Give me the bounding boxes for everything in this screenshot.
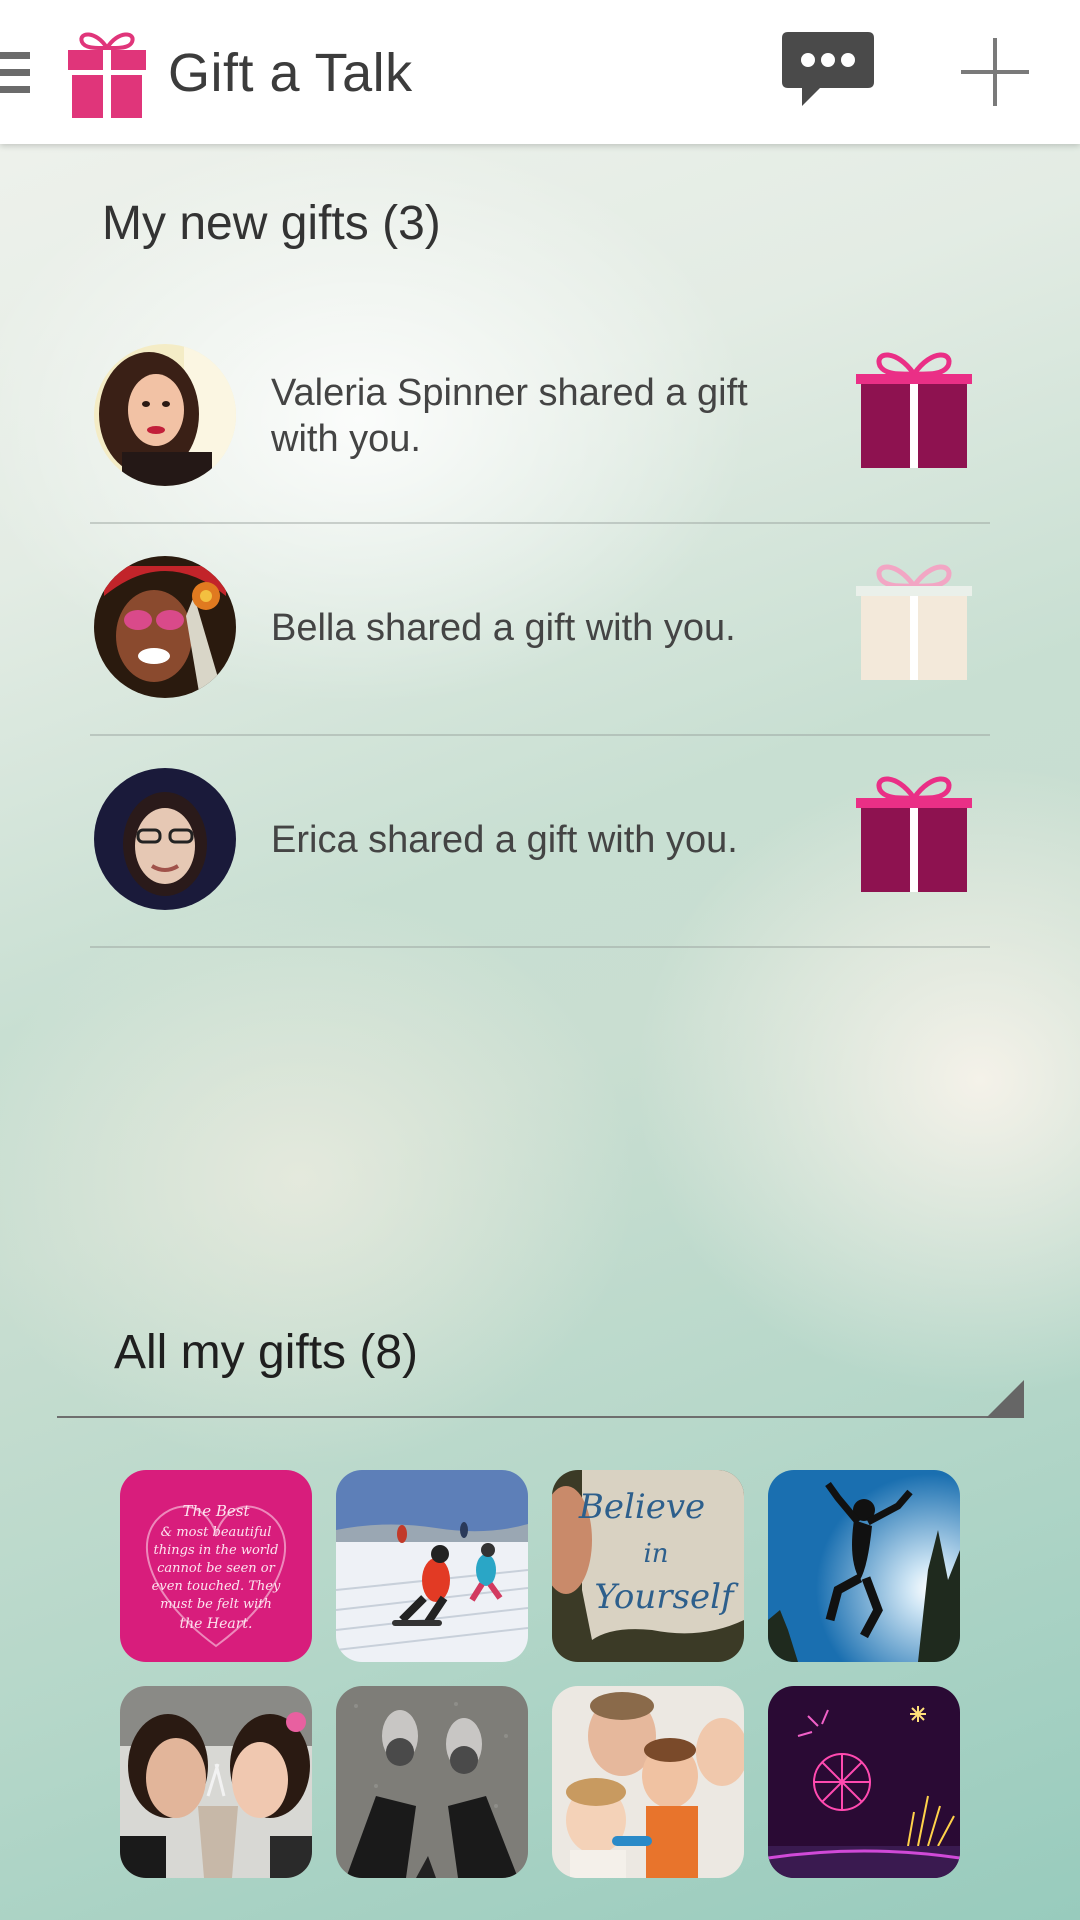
svg-text:cannot be seen or: cannot be seen or (157, 1561, 275, 1576)
feet-sneakers-thumbnail[interactable] (336, 1686, 528, 1878)
divider (57, 1416, 1023, 1418)
svg-text:things in the world: things in the world (154, 1543, 279, 1558)
gift-message: Erica shared a gift with you. (271, 819, 738, 861)
new-gifts-heading: My new gifts (3) (102, 197, 441, 250)
svg-text:The Best: The Best (183, 1502, 251, 1520)
svg-text:the Heart.: the Heart. (180, 1616, 253, 1632)
fireworks-thumbnail[interactable] (768, 1686, 960, 1878)
avatar (94, 344, 236, 486)
gift-row-valeria[interactable]: Valeria Spinner shared a gift with you. (90, 310, 990, 524)
jumping-silhouette-thumbnail[interactable] (768, 1470, 960, 1662)
family-photo-thumbnail[interactable] (552, 1686, 744, 1878)
menu-icon[interactable] (0, 52, 30, 94)
gift-row-bella[interactable]: Bella shared a gift with you. (90, 522, 990, 736)
dropdown-corner-icon[interactable] (986, 1380, 1024, 1418)
svg-text:& most beautiful: & most beautiful (161, 1525, 272, 1540)
couple-milkshake-thumbnail[interactable] (120, 1686, 312, 1878)
add-icon[interactable] (955, 32, 1035, 112)
avatar (94, 768, 236, 910)
app-bar: Gift a Talk (0, 0, 1080, 144)
avatar (94, 556, 236, 698)
gift-message: Valeria Spinner shared a gift with you. (271, 372, 748, 460)
svg-text:Yourself: Yourself (594, 1577, 739, 1617)
svg-text:Believe: Believe (578, 1487, 705, 1527)
gift-row-erica[interactable]: Erica shared a gift with you. (90, 734, 990, 948)
gift-closed-icon[interactable] (856, 344, 972, 468)
gift-message: Bella shared a gift with you. (271, 607, 736, 649)
gift-opened-icon[interactable] (856, 556, 972, 680)
quote-card-thumbnail[interactable]: The Best & most beautiful things in the … (120, 1470, 312, 1662)
app-title: Gift a Talk (168, 43, 413, 103)
svg-text:must be felt with: must be felt with (160, 1597, 272, 1612)
believe-in-yourself-thumbnail[interactable]: Believe in Yourself (552, 1470, 744, 1662)
gift-logo-icon (68, 32, 146, 118)
svg-text:even touched. They: even touched. They (152, 1579, 281, 1594)
svg-text:in: in (643, 1539, 668, 1569)
gift-closed-icon[interactable] (856, 768, 972, 892)
all-gifts-heading[interactable]: All my gifts (8) (114, 1325, 418, 1380)
snowboarding-thumbnail[interactable] (336, 1470, 528, 1662)
chat-icon[interactable] (780, 30, 876, 112)
